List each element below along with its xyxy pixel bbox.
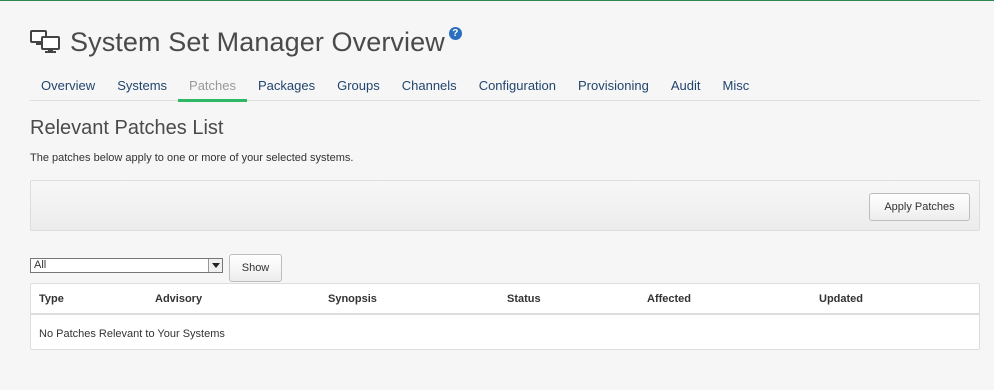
tab-patches[interactable]: Patches xyxy=(178,74,248,102)
top-accent-line xyxy=(0,0,994,1)
filter-select-value: All xyxy=(34,259,47,271)
tab-audit[interactable]: Audit xyxy=(660,74,712,101)
section-title: Relevant Patches List xyxy=(30,117,224,139)
table-empty-message: No Patches Relevant to Your Systems xyxy=(39,328,225,340)
desktop-icon xyxy=(30,30,60,53)
section-description: The patches below apply to one or more o… xyxy=(30,152,354,164)
table-header: Type Advisory Synopsis Status Affected U… xyxy=(31,284,979,315)
tab-provisioning[interactable]: Provisioning xyxy=(567,74,660,101)
tab-packages[interactable]: Packages xyxy=(247,74,326,101)
help-icon[interactable]: ? xyxy=(448,26,462,40)
column-header-type[interactable]: Type xyxy=(39,293,64,305)
tab-bar: Overview Systems Patches Packages Groups… xyxy=(30,74,980,102)
tab-systems[interactable]: Systems xyxy=(106,74,178,101)
tab-channels[interactable]: Channels xyxy=(391,74,468,101)
tab-misc[interactable]: Misc xyxy=(711,74,760,101)
patches-table: Type Advisory Synopsis Status Affected U… xyxy=(30,283,980,350)
column-header-advisory[interactable]: Advisory xyxy=(155,293,202,305)
column-header-synopsis[interactable]: Synopsis xyxy=(328,293,377,305)
column-header-status[interactable]: Status xyxy=(507,293,541,305)
filter-select[interactable]: All xyxy=(30,258,223,273)
page-header: System Set Manager Overview ? xyxy=(30,24,462,60)
show-button[interactable]: Show xyxy=(229,254,282,282)
column-header-updated[interactable]: Updated xyxy=(819,293,863,305)
apply-patches-button[interactable]: Apply Patches xyxy=(869,193,970,221)
chevron-down-icon[interactable] xyxy=(208,259,222,272)
action-toolbar: Apply Patches xyxy=(30,180,980,231)
tab-configuration[interactable]: Configuration xyxy=(468,74,567,101)
column-header-affected[interactable]: Affected xyxy=(647,293,691,305)
page-title: System Set Manager Overview xyxy=(70,26,445,57)
tab-groups[interactable]: Groups xyxy=(326,74,391,101)
tab-overview[interactable]: Overview xyxy=(30,74,106,101)
